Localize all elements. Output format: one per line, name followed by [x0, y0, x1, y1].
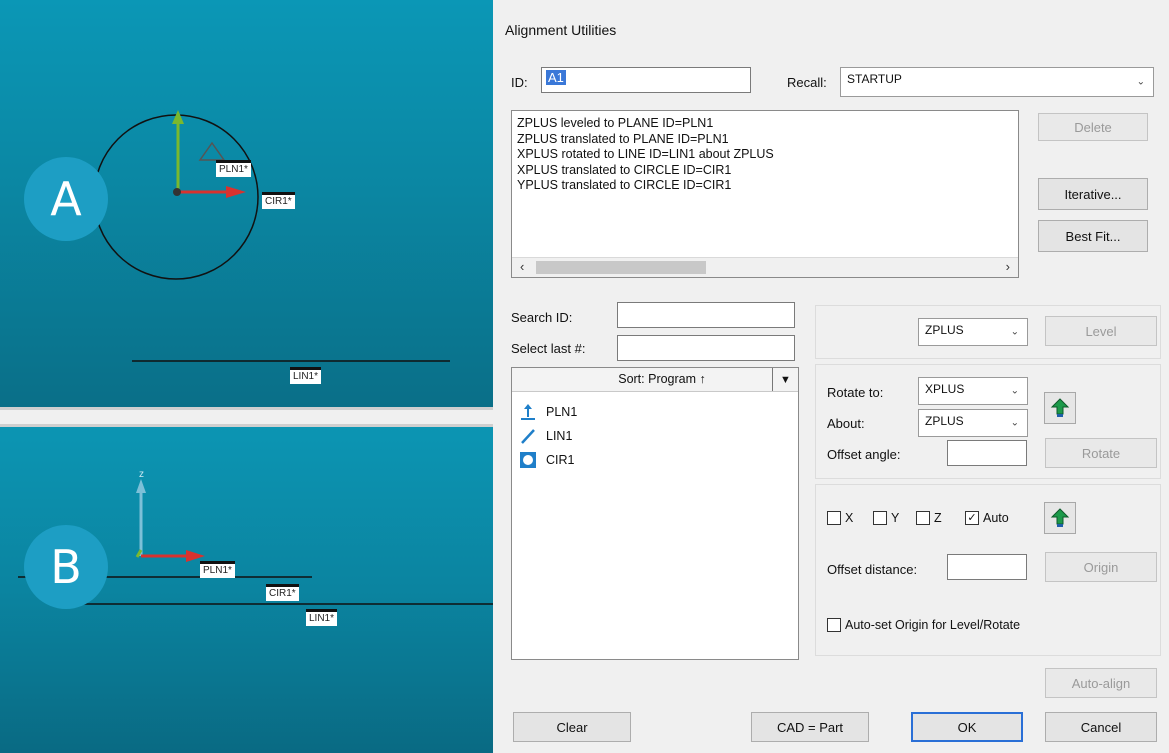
z-checkbox-label: Z [934, 511, 942, 525]
level-button[interactable]: Level [1045, 316, 1157, 346]
svg-text:z: z [139, 469, 144, 480]
history-entry[interactable]: ZPLUS leveled to PLANE ID=PLN1 [517, 116, 774, 132]
feature-label: CIR1 [546, 453, 575, 467]
offset-angle-label: Offset angle: [827, 447, 901, 462]
badge-a: A [24, 157, 108, 241]
label-cir1[interactable]: CIR1* [266, 584, 299, 601]
scroll-right-icon[interactable]: › [1006, 259, 1010, 274]
select-last-input[interactable] [617, 335, 795, 361]
feature-list[interactable]: Sort: Program ↑ ▼ PLN1 LIN1 CIR1 [511, 367, 799, 660]
id-input[interactable]: A1 [541, 67, 751, 93]
history-entry[interactable]: XPLUS translated to CIRCLE ID=CIR1 [517, 163, 774, 179]
search-id-label: Search ID: [511, 310, 573, 325]
delete-button[interactable]: Delete [1038, 113, 1148, 141]
feature-label: PLN1 [546, 405, 578, 419]
label-lin1[interactable]: LIN1* [306, 609, 338, 626]
checkbox-box [873, 511, 887, 525]
auto-checkbox-label: Auto [983, 511, 1009, 525]
viewport-a[interactable]: A PLN1* CIR1* LIN1* [0, 0, 493, 407]
chevron-down-icon: ⌄ [1010, 326, 1019, 338]
chevron-down-icon: ⌄ [1010, 417, 1019, 429]
chevron-down-icon: ⌄ [1010, 385, 1019, 397]
y-checkbox[interactable]: Y [873, 511, 899, 525]
cad-equals-part-button[interactable]: CAD = Part [751, 712, 869, 742]
x-checkbox-label: X [845, 511, 854, 525]
about-label: About: [827, 416, 865, 431]
feature-label: LIN1 [546, 429, 573, 443]
about-select[interactable]: ZPLUS ⌄ [918, 409, 1028, 437]
feature-item-cir1[interactable]: CIR1 [518, 449, 574, 471]
offset-angle-input[interactable] [947, 440, 1027, 466]
alignment-utilities-dialog: Alignment Utilities ID: A1 Recall: START… [493, 0, 1169, 753]
circle-icon [518, 451, 538, 469]
rotate-to-label: Rotate to: [827, 385, 884, 400]
viewport-b[interactable]: z B PLN1* CIR1* LIN1* [0, 427, 493, 753]
offset-distance-label: Offset distance: [827, 562, 918, 577]
cancel-button[interactable]: Cancel [1045, 712, 1157, 742]
best-fit-button[interactable]: Best Fit... [1038, 220, 1148, 252]
search-id-input[interactable] [617, 302, 795, 328]
rotate-button[interactable]: Rotate [1045, 438, 1157, 468]
iterative-button[interactable]: Iterative... [1038, 178, 1148, 210]
pick-rotate-button[interactable] [1044, 392, 1076, 424]
pick-origin-button[interactable] [1044, 502, 1076, 534]
sort-dropdown-icon[interactable]: ▼ [772, 368, 798, 391]
chevron-down-icon: ⌄ [1136, 76, 1145, 88]
auto-set-origin-checkbox[interactable]: Auto-set Origin for Level/Rotate [827, 618, 1020, 632]
checkbox-box [827, 511, 841, 525]
history-entry[interactable]: XPLUS rotated to LINE ID=LIN1 about ZPLU… [517, 147, 774, 163]
label-pln1[interactable]: PLN1* [200, 561, 235, 578]
history-scrollbar[interactable]: ‹ › [512, 257, 1018, 277]
label-cir1[interactable]: CIR1* [262, 192, 295, 209]
plane-icon [518, 403, 538, 421]
recall-label: Recall: [787, 75, 827, 90]
dialog-title: Alignment Utilities [505, 22, 617, 38]
rotate-to-select[interactable]: XPLUS ⌄ [918, 377, 1028, 405]
checkbox-box [916, 511, 930, 525]
id-label: ID: [511, 75, 528, 90]
checkbox-box [827, 618, 841, 632]
badge-b: B [24, 525, 108, 609]
pick-arrow-icon [1050, 398, 1070, 417]
viewport-separator[interactable] [0, 407, 493, 427]
feature-item-lin1[interactable]: LIN1 [518, 425, 572, 447]
origin-button[interactable]: Origin [1045, 552, 1157, 582]
offset-distance-input[interactable] [947, 554, 1027, 580]
auto-checkbox[interactable]: ✓ Auto [965, 511, 1009, 525]
history-entry[interactable]: ZPLUS translated to PLANE ID=PLN1 [517, 132, 774, 148]
x-checkbox[interactable]: X [827, 511, 853, 525]
feature-item-pln1[interactable]: PLN1 [518, 401, 577, 423]
sort-label: Sort: Program ↑ [618, 372, 706, 386]
history-entry[interactable]: YPLUS translated to CIRCLE ID=CIR1 [517, 178, 774, 194]
alignment-history-list[interactable]: ZPLUS leveled to PLANE ID=PLN1 ZPLUS tran… [511, 110, 1019, 278]
auto-set-origin-label: Auto-set Origin for Level/Rotate [845, 618, 1021, 632]
checkmark-icon: ✓ [965, 511, 979, 525]
level-axis-value: ZPLUS [925, 323, 964, 337]
label-lin1[interactable]: LIN1* [290, 367, 322, 384]
y-checkbox-label: Y [891, 511, 900, 525]
about-value: ZPLUS [925, 414, 964, 428]
recall-value: STARTUP [847, 72, 902, 86]
label-pln1[interactable]: PLN1* [216, 160, 251, 177]
select-last-label: Select last #: [511, 341, 586, 356]
scroll-left-icon[interactable]: ‹ [520, 259, 524, 274]
sort-header[interactable]: Sort: Program ↑ ▼ [512, 368, 798, 392]
auto-align-button[interactable]: Auto-align [1045, 668, 1157, 698]
clear-button[interactable]: Clear [513, 712, 631, 742]
scroll-thumb[interactable] [536, 261, 706, 274]
level-axis-select[interactable]: ZPLUS ⌄ [918, 318, 1028, 346]
z-checkbox[interactable]: Z [916, 511, 942, 525]
pick-arrow-icon [1050, 508, 1070, 527]
id-value: A1 [546, 70, 566, 85]
rotate-to-value: XPLUS [925, 382, 965, 396]
ok-button[interactable]: OK [911, 712, 1023, 742]
line-icon [518, 427, 538, 445]
recall-select[interactable]: STARTUP ⌄ [840, 67, 1154, 97]
